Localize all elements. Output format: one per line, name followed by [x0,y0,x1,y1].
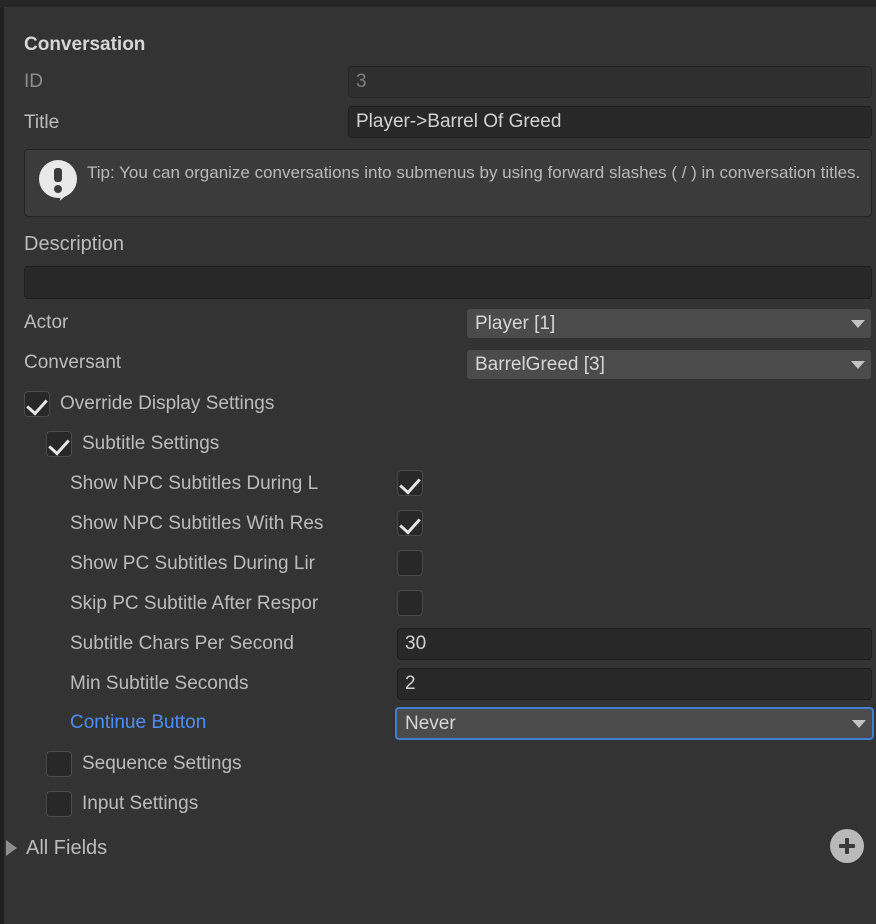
show-npc-subtitles-with-responses-checkbox[interactable] [397,510,423,536]
skip-pc-subtitle-after-response-label: Skip PC Subtitle After Respor [70,593,319,614]
input-settings-checkbox[interactable] [46,791,72,817]
conversant-dropdown-value: BarrelGreed [3] [475,353,605,375]
page-title: Conversation [24,34,146,55]
continue-button-label: Continue Button [70,712,207,733]
show-pc-subtitles-during-line-label: Show PC Subtitles During Lir [70,553,315,574]
window-top-strip [0,0,876,7]
all-fields-foldout[interactable]: All Fields [6,833,406,863]
tip-text: Tip: You can organize conversations into… [87,163,861,182]
min-subtitle-seconds-input[interactable]: 2 [397,668,872,700]
inspector-window: Conversation ID 3 Title Player->Barrel O… [0,0,876,924]
description-label: Description [24,233,125,255]
conversant-label: Conversant [24,352,122,373]
actor-label: Actor [24,312,69,333]
chevron-down-icon [852,719,866,728]
id-label: ID [24,71,43,92]
plus-circle-icon[interactable] [830,829,864,863]
input-settings-label: Input Settings [82,793,199,814]
show-npc-subtitles-with-responses-label: Show NPC Subtitles With Res [70,513,324,534]
conversation-inspector-panel: Conversation ID 3 Title Player->Barrel O… [4,7,876,924]
conversant-dropdown[interactable]: BarrelGreed [3] [466,349,872,380]
show-npc-subtitles-during-line-checkbox[interactable] [397,470,423,496]
input-settings-toggle[interactable]: Input Settings [46,789,546,819]
tip-helpbox: Tip: You can organize conversations into… [24,149,872,217]
subtitle-chars-per-second-label: Subtitle Chars Per Second [70,633,294,654]
show-pc-subtitles-during-line-checkbox[interactable] [397,550,423,576]
subtitle-settings-label: Subtitle Settings [82,433,220,454]
title-input[interactable]: Player->Barrel Of Greed [348,106,872,138]
subtitle-chars-per-second-input[interactable]: 30 [397,628,872,660]
override-display-settings-checkbox[interactable] [24,391,50,417]
title-label: Title [24,112,60,133]
sequence-settings-checkbox[interactable] [46,751,72,777]
sequence-settings-label: Sequence Settings [82,753,242,774]
skip-pc-subtitle-after-response-checkbox[interactable] [397,590,423,616]
chevron-down-icon [851,360,865,369]
continue-button-dropdown-value: Never [405,712,456,734]
chevron-down-icon [851,319,865,328]
min-subtitle-seconds-label: Min Subtitle Seconds [70,673,249,694]
speech-bubble-exclamation-icon [35,159,81,207]
continue-button-dropdown[interactable]: Never [395,707,874,740]
all-fields-label: All Fields [26,836,108,859]
actor-dropdown-value: Player [1] [475,312,556,334]
subtitle-settings-toggle[interactable]: Subtitle Settings [46,429,546,459]
id-field: 3 [348,66,872,98]
override-display-settings-toggle[interactable]: Override Display Settings [24,389,524,419]
actor-dropdown[interactable]: Player [1] [466,308,872,339]
triangle-right-icon[interactable] [6,840,17,856]
show-npc-subtitles-during-line-label: Show NPC Subtitles During L [70,473,319,494]
description-input[interactable] [24,266,872,299]
sequence-settings-toggle[interactable]: Sequence Settings [46,749,546,779]
subtitle-settings-checkbox[interactable] [46,431,72,457]
override-display-settings-label: Override Display Settings [60,393,275,414]
